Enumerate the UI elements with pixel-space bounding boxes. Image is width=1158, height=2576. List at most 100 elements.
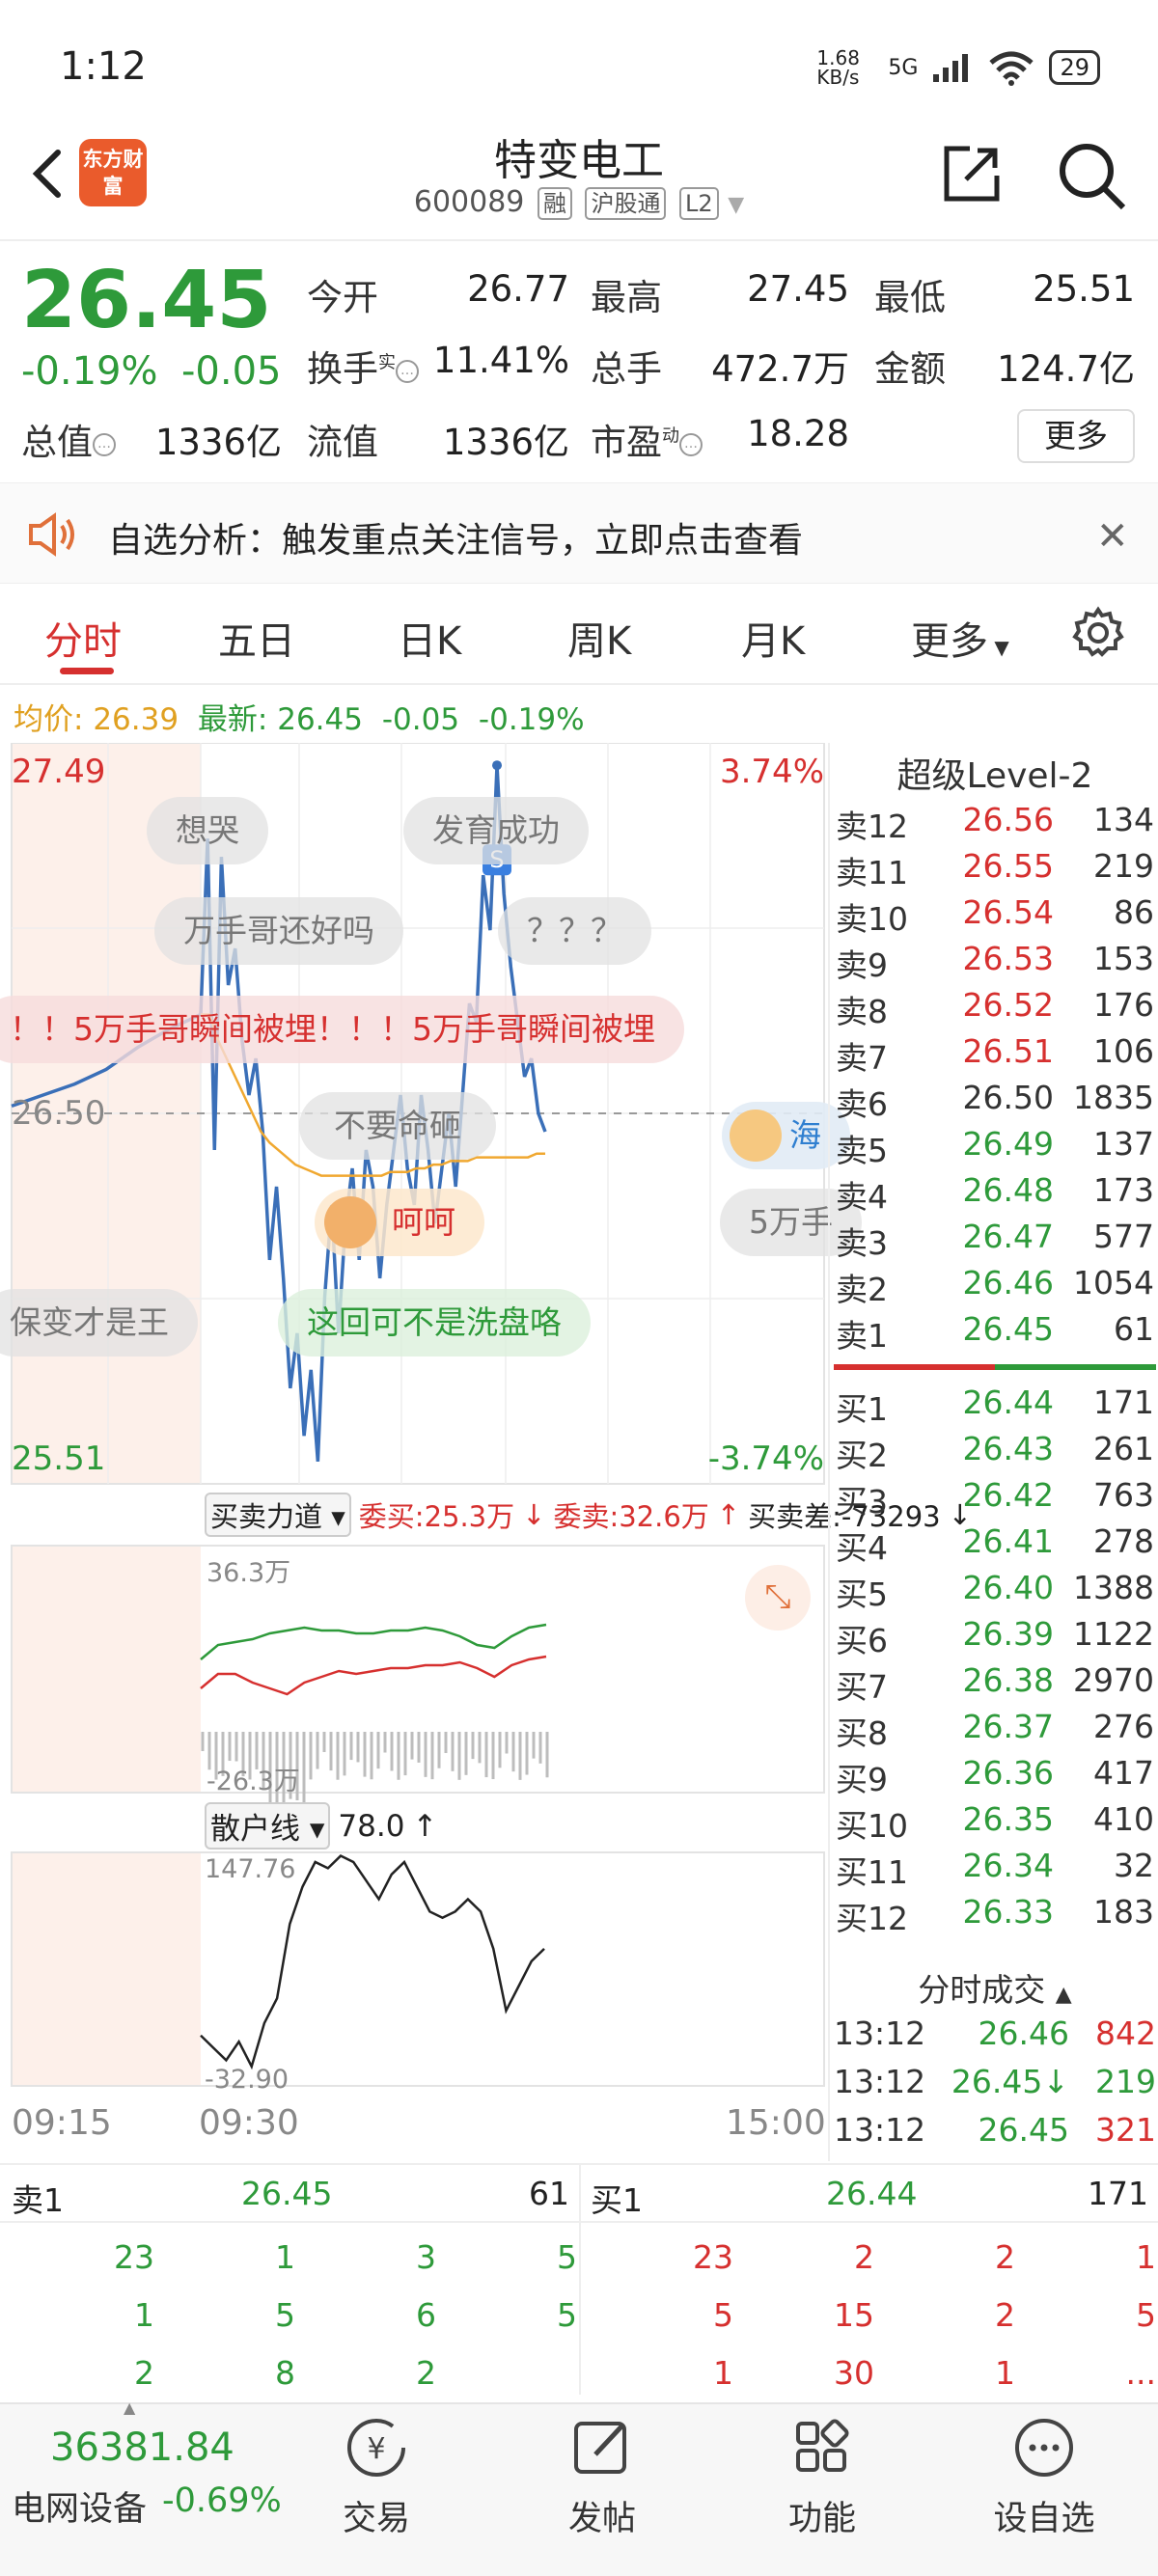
info-icon[interactable]: … xyxy=(679,432,703,456)
value-float-cap: 1336亿 xyxy=(442,422,569,463)
danmaku-bubble[interactable]: 万手哥还好吗 xyxy=(154,897,403,965)
change-value: -0.05 xyxy=(181,349,282,394)
nav-functions[interactable]: 功能 xyxy=(726,2404,919,2568)
force-indicator-select[interactable]: 买卖力道 ▾ xyxy=(205,1493,351,1537)
queue-sell-label: 卖1 xyxy=(12,2181,64,2219)
bid-row[interactable]: 买9 26.36 417 xyxy=(830,1754,1158,1800)
queue-buy-vol: 171 xyxy=(1088,2175,1148,2212)
bid-row[interactable]: 买7 26.38 2970 xyxy=(830,1661,1158,1708)
ask-row[interactable]: 卖10 26.54 86 xyxy=(830,893,1158,940)
retail-indicator-select[interactable]: 散户线 ▾ xyxy=(205,1802,331,1850)
bid-row[interactable]: 买2 26.43 261 xyxy=(830,1430,1158,1476)
index-ticker[interactable]: ▲ 36381.84 电网设备 -0.69% xyxy=(0,2398,290,2568)
danmaku-bubble[interactable]: 发育成功 xyxy=(403,797,589,864)
ask-row[interactable]: 卖12 26.56 134 xyxy=(830,801,1158,847)
ask-row[interactable]: 卖2 26.46 1054 xyxy=(830,1264,1158,1310)
danmaku-bubble[interactable]: 保变才是王 xyxy=(0,1289,198,1357)
bid-row[interactable]: 买10 26.35 410 xyxy=(830,1800,1158,1847)
danmaku-bubble[interactable]: 这回可不是洗盘咯 xyxy=(278,1289,591,1357)
avg-value: 26.39 xyxy=(93,702,179,737)
bid-row[interactable]: 买3 26.42 763 xyxy=(830,1476,1158,1522)
danmaku-bubble[interactable]: 不要命砸 xyxy=(299,1092,496,1160)
tick-trades-title[interactable]: 分时成交 ▲ xyxy=(830,1964,1158,2011)
bid-row[interactable]: 买6 26.39 1122 xyxy=(830,1615,1158,1661)
y-max-label: 27.49 xyxy=(12,753,106,791)
intraday-chart-area[interactable]: S 27.49 26.50 25.51 3.74% -3.74% 想哭 发育成功… xyxy=(0,742,972,2171)
info-icon[interactable]: … xyxy=(396,359,419,383)
level-price: 26.46 xyxy=(962,1264,1054,1302)
tab-daily-k[interactable]: 日K xyxy=(398,610,461,666)
expand-icon[interactable]: ⤡ xyxy=(745,1565,811,1631)
queue-cell: 6 xyxy=(416,2296,436,2334)
queue-cell: 5 xyxy=(713,2296,733,2334)
weibuy-value: 委买:25.3万 xyxy=(358,1500,515,1533)
close-icon[interactable]: ✕ xyxy=(1096,514,1129,559)
value-total-cap: 1336亿 xyxy=(154,422,282,463)
order-book: 超级Level-2 卖12 26.56 134 卖11 26.55 219 卖10 26.54… xyxy=(828,743,1158,2159)
trade-volume: 842 xyxy=(1095,2014,1156,2052)
queue-buy-label: 买1 xyxy=(591,2181,643,2219)
bid-row[interactable]: 买11 26.34 32 xyxy=(830,1847,1158,1893)
level-price: 26.40 xyxy=(962,1569,1054,1606)
tab-five-day[interactable]: 五日 xyxy=(218,610,295,666)
ask-row[interactable]: 卖6 26.50 1835 xyxy=(830,1079,1158,1125)
danmaku-bubble[interactable]: 想哭 xyxy=(147,797,268,864)
level-price: 26.42 xyxy=(962,1476,1054,1514)
nav-post[interactable]: 发帖 xyxy=(506,2404,699,2568)
ask-row[interactable]: 卖4 26.48 173 xyxy=(830,1171,1158,1218)
chevron-down-icon[interactable]: ▼ xyxy=(728,193,744,217)
tab-more[interactable]: 更多 ▼ xyxy=(911,610,1009,666)
danmaku-bubble[interactable]: ！！5万手哥瞬间被埋！！！5万手哥瞬间被埋 xyxy=(0,996,684,1063)
label-volume: 总手 xyxy=(591,348,662,390)
queue-cell: ... xyxy=(1125,2354,1156,2392)
ask-row[interactable]: 卖1 26.45 61 xyxy=(830,1310,1158,1357)
queue-cell: 1 xyxy=(713,2354,733,2392)
bid-row[interactable]: 买4 26.41 278 xyxy=(830,1522,1158,1569)
ask-row[interactable]: 卖8 26.52 176 xyxy=(830,986,1158,1032)
info-icon[interactable]: … xyxy=(93,432,116,456)
share-icon[interactable] xyxy=(941,143,1003,205)
gear-icon[interactable] xyxy=(1071,606,1125,660)
level-label: 卖8 xyxy=(836,993,888,1030)
level-volume: 134 xyxy=(1093,801,1154,838)
more-button[interactable]: 更多 xyxy=(1017,409,1135,463)
label-pe: 市盈动… xyxy=(591,413,703,465)
level-label: 卖4 xyxy=(836,1178,888,1216)
retail-value: 78.0 xyxy=(338,1808,405,1844)
bid-row[interactable]: 买12 26.33 183 xyxy=(830,1893,1158,1939)
level-label: 卖2 xyxy=(836,1271,888,1308)
danmaku-bubble[interactable]: 呵呵 xyxy=(315,1189,484,1256)
buy-force-line xyxy=(200,1655,547,1696)
level-volume: 2970 xyxy=(1073,1661,1154,1699)
notice-text: 自选分析：触发重点关注信号，立即点击查看 xyxy=(108,521,804,561)
y-max-pct-label: 3.74% xyxy=(719,753,824,791)
level-price: 26.55 xyxy=(962,847,1054,885)
ask-row[interactable]: 卖11 26.55 219 xyxy=(830,847,1158,893)
bid-row[interactable]: 买8 26.37 276 xyxy=(830,1708,1158,1754)
value-amount: 124.7亿 xyxy=(997,348,1135,390)
trade-time: 13:12 xyxy=(834,2111,926,2149)
time-label-close: 15:00 xyxy=(726,2103,826,2143)
tab-monthly-k[interactable]: 月K xyxy=(741,610,805,666)
ask-row[interactable]: 卖9 26.53 153 xyxy=(830,940,1158,986)
tick-trades[interactable]: 分时成交 ▲ 13:12 26.46 842 13:12 26.45↓ 219 13:12 2… xyxy=(828,1959,1158,2161)
y-min-pct-label: -3.74% xyxy=(707,1439,824,1478)
ask-row[interactable]: 卖5 26.49 137 xyxy=(830,1125,1158,1171)
nav-trade[interactable]: ¥ 交易 xyxy=(280,2404,473,2568)
nav-add-watchlist[interactable]: 设自选 xyxy=(948,2404,1141,2568)
tab-intraday[interactable]: 分时 xyxy=(44,610,122,666)
tag-margin: 融 xyxy=(537,187,572,220)
y-min-label: 25.51 xyxy=(12,1439,106,1478)
queue-cell: 15 xyxy=(834,2296,874,2334)
ask-row[interactable]: 卖3 26.47 577 xyxy=(830,1218,1158,1264)
bid-row[interactable]: 买5 26.40 1388 xyxy=(830,1569,1158,1615)
queue-cell: 5 xyxy=(557,2238,577,2276)
ask-row[interactable]: 卖7 26.51 106 xyxy=(830,1032,1158,1079)
search-icon[interactable] xyxy=(1056,140,1127,211)
analysis-notice[interactable]: 自选分析：触发重点关注信号，立即点击查看 ✕ xyxy=(0,482,1158,584)
danmaku-bubble[interactable]: ？？？ xyxy=(498,897,651,965)
tab-weekly-k[interactable]: 周K xyxy=(567,610,631,666)
retail-indicator-header: 散户线 ▾ 78.0 ↑ xyxy=(205,1802,437,1850)
bid-row[interactable]: 买1 26.44 171 xyxy=(830,1384,1158,1430)
latest-value: 26.45 xyxy=(277,702,363,737)
